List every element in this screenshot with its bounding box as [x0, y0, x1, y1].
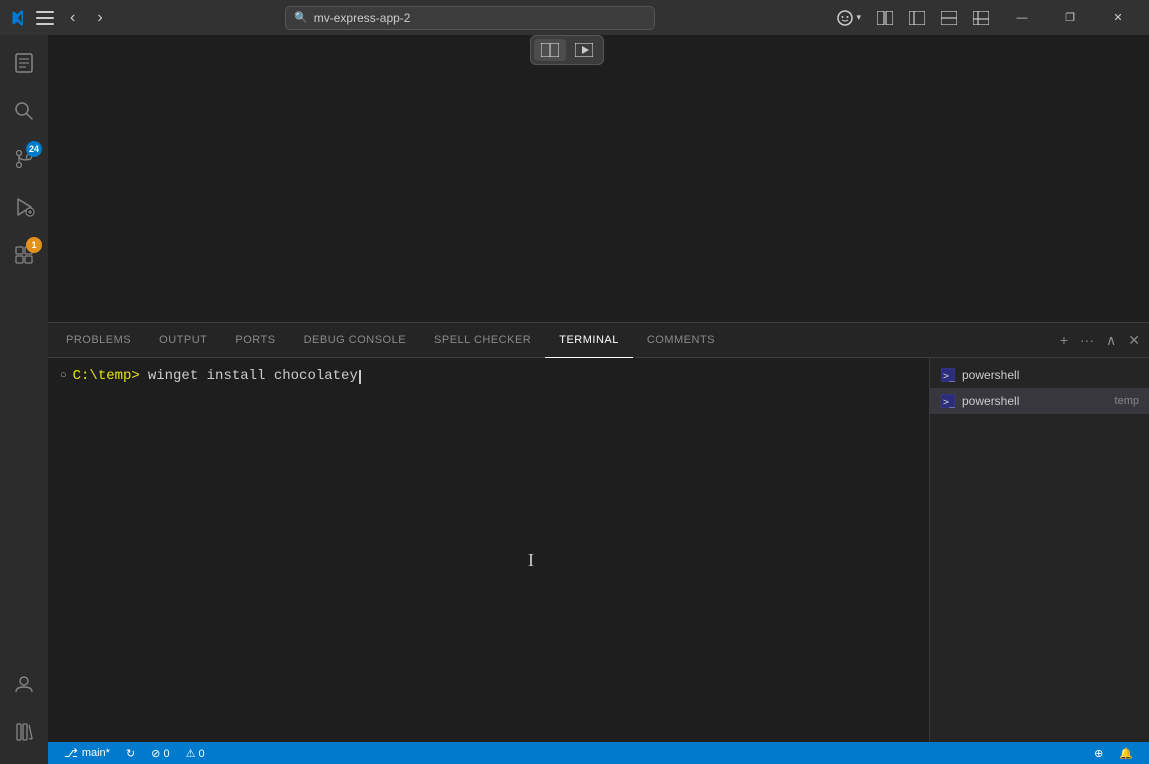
editor-content[interactable] — [48, 35, 1149, 322]
library-icon — [13, 721, 35, 743]
status-sync[interactable]: ↻ — [118, 742, 143, 764]
sidebar-item-run[interactable] — [0, 183, 48, 231]
panel-layout-button[interactable] — [967, 7, 995, 29]
status-bell[interactable]: 🔔 — [1111, 742, 1141, 764]
floating-toolbar — [530, 35, 604, 65]
bell-icon: 🔔 — [1119, 747, 1133, 760]
close-panel-button[interactable]: ✕ — [1123, 329, 1145, 352]
terminal-command: winget install chocolatey — [148, 366, 358, 387]
explorer-icon — [13, 52, 35, 74]
zoom-icon: ⊕ — [1094, 747, 1103, 760]
activity-bar-bottom — [0, 660, 48, 756]
svg-text:>_: >_ — [943, 371, 955, 382]
status-branch[interactable]: ⎇ main* — [56, 742, 118, 764]
copilot-dropdown-icon: ▾ — [856, 12, 861, 23]
sidebar-icon — [909, 11, 925, 25]
nav-back-button[interactable]: ‹ — [64, 5, 81, 31]
tab-output[interactable]: OUTPUT — [145, 323, 221, 358]
titlebar-center: 🔍 mv-express-app-2 — [285, 6, 655, 30]
panel: PROBLEMS OUTPUT PORTS DEBUG CONSOLE SPEL… — [48, 322, 1149, 742]
account-icon — [13, 673, 35, 695]
restore-button[interactable]: ❐ — [1047, 0, 1093, 35]
branch-name: main* — [82, 747, 110, 759]
layout-icon — [877, 11, 893, 25]
terminal-sidebar: >_ powershell >_ powershell — [929, 358, 1149, 742]
terminal-area[interactable]: ○ C:\temp> winget install chocolatey I — [48, 358, 929, 742]
errors-text: ⊘ 0 — [151, 747, 169, 760]
terminal-prompt: C:\temp> — [73, 366, 140, 387]
titlebar-left: ‹ › — [8, 5, 109, 31]
status-errors[interactable]: ⊘ 0 — [143, 742, 177, 764]
editor-area: PROBLEMS OUTPUT PORTS DEBUG CONSOLE SPEL… — [48, 35, 1149, 764]
close-button[interactable]: ✕ — [1095, 0, 1141, 35]
powershell-temp-icon: >_ — [940, 393, 956, 409]
main-area: 24 1 — [0, 35, 1149, 764]
add-terminal-button[interactable]: + — [1055, 329, 1073, 351]
tab-debug-console[interactable]: DEBUG CONSOLE — [290, 323, 420, 358]
minimize-button[interactable]: — — [999, 0, 1045, 35]
svg-text:>_: >_ — [943, 397, 955, 408]
run-icon — [13, 196, 35, 218]
tab-comments[interactable]: COMMENTS — [633, 323, 729, 358]
panel-tab-actions: + ··· ∧ ✕ — [1055, 329, 1145, 352]
panel-body: ○ C:\temp> winget install chocolatey I >… — [48, 358, 1149, 742]
copilot-button[interactable]: ▾ — [831, 6, 867, 30]
copilot-icon — [837, 10, 853, 26]
sidebar-toggle-button[interactable] — [903, 7, 931, 29]
search-icon — [13, 100, 35, 122]
text-cursor-indicator: I — [528, 550, 534, 571]
title-search-bar[interactable]: 🔍 mv-express-app-2 — [285, 6, 655, 30]
sidebar-item-explorer[interactable] — [0, 39, 48, 87]
status-warnings[interactable]: ⚠ 0 — [178, 742, 213, 764]
tab-ports[interactable]: PORTS — [221, 323, 289, 358]
status-zoom[interactable]: ⊕ — [1086, 742, 1111, 764]
branch-icon: ⎇ — [64, 746, 78, 760]
source-control-badge: 24 — [26, 141, 42, 157]
hamburger-menu[interactable] — [36, 11, 54, 25]
sync-icon: ↻ — [126, 747, 135, 760]
split-editor-icon — [541, 43, 559, 57]
tab-spell-checker[interactable]: SPELL CHECKER — [420, 323, 545, 358]
sidebar-item-extensions[interactable]: 1 — [0, 231, 48, 279]
sidebar-item-source-control[interactable]: 24 — [0, 135, 48, 183]
terminal-session-label-2: powershell — [962, 394, 1109, 408]
extensions-badge: 1 — [26, 237, 42, 253]
status-bar: ⎇ main* ↻ ⊘ 0 ⚠ 0 ⊕ 🔔 — [48, 742, 1149, 764]
maximize-panel-button[interactable]: ∧ — [1101, 329, 1121, 352]
more-actions-button[interactable]: ··· — [1075, 329, 1099, 351]
sidebar-item-search[interactable] — [0, 87, 48, 135]
run-terminal-icon — [575, 43, 593, 57]
editor-layout-icon — [941, 11, 957, 25]
terminal-session-powershell-temp[interactable]: >_ powershell temp — [930, 388, 1149, 414]
shell-icon: >_ — [941, 368, 955, 382]
titlebar: ‹ › 🔍 mv-express-app-2 ▾ — [0, 0, 1149, 35]
panel-layout-icon — [973, 11, 989, 25]
activity-bar: 24 1 — [0, 35, 48, 764]
layout-button[interactable] — [871, 7, 899, 29]
title-search-text: mv-express-app-2 — [314, 11, 411, 25]
powershell-icon: >_ — [940, 367, 956, 383]
terminal-session-label-1: powershell — [962, 368, 1139, 382]
tab-terminal[interactable]: TERMINAL — [545, 323, 633, 358]
vscode-logo-icon — [8, 9, 26, 27]
run-in-terminal-button[interactable] — [568, 39, 600, 61]
terminal-session-powershell[interactable]: >_ powershell — [930, 362, 1149, 388]
terminal-cursor — [359, 370, 361, 384]
split-editor-button[interactable] — [534, 39, 566, 61]
titlebar-right: ▾ — — [831, 0, 1141, 35]
terminal-session-sublabel-2: temp — [1115, 395, 1139, 407]
tab-problems[interactable]: PROBLEMS — [52, 323, 145, 358]
terminal-circle-icon: ○ — [60, 368, 67, 385]
editor-layout-button[interactable] — [935, 7, 963, 29]
sidebar-item-account[interactable] — [0, 660, 48, 708]
warnings-text: ⚠ 0 — [186, 747, 205, 760]
search-icon: 🔍 — [294, 11, 308, 24]
sidebar-item-library[interactable] — [0, 708, 48, 756]
window-controls: — ❐ ✕ — [999, 0, 1141, 35]
nav-forward-button[interactable]: › — [91, 5, 108, 31]
panel-tabs: PROBLEMS OUTPUT PORTS DEBUG CONSOLE SPEL… — [48, 323, 1149, 358]
shell-icon-2: >_ — [941, 394, 955, 408]
terminal-line: ○ C:\temp> winget install chocolatey — [60, 366, 917, 387]
